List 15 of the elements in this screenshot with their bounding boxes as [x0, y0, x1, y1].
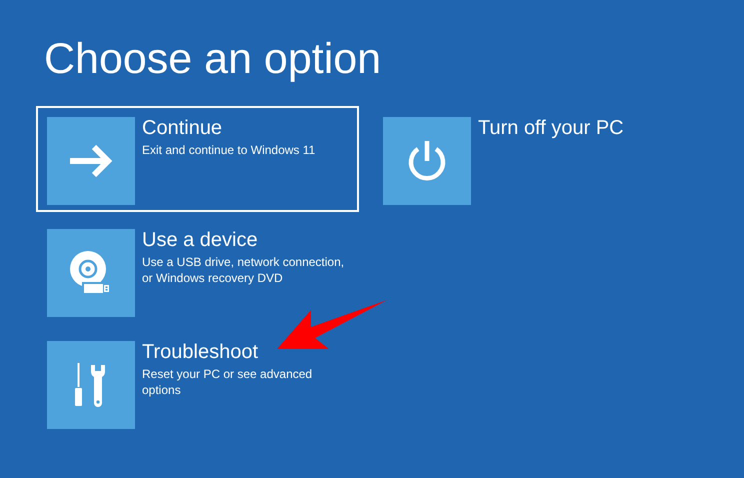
- option-description: Exit and continue to Windows 11: [142, 142, 316, 158]
- option-item[interactable]: Troubleshoot Reset your PC or see advanced options: [36, 330, 359, 436]
- option-description: Use a USB drive, network connection, or Windows recovery DVD: [142, 254, 346, 286]
- option-title: Use a device: [142, 229, 258, 251]
- option-title: Troubleshoot: [142, 341, 258, 363]
- tools-icon: [74, 363, 108, 407]
- option-item[interactable]: Use a device Use a USB drive, network connection, or Windows recovery DVD: [36, 218, 359, 324]
- option-item[interactable]: Turn off your PC: [372, 106, 695, 212]
- option-title: Turn off your PC: [478, 117, 624, 139]
- power-icon: [407, 139, 447, 183]
- option-title: Continue: [142, 117, 222, 139]
- option-item[interactable]: Continue Exit and continue to Windows 11: [36, 106, 359, 212]
- page-title: Choose an option: [43, 34, 382, 85]
- arrow-icon: [68, 143, 114, 179]
- option-description: Reset your PC or see advanced options: [142, 366, 314, 398]
